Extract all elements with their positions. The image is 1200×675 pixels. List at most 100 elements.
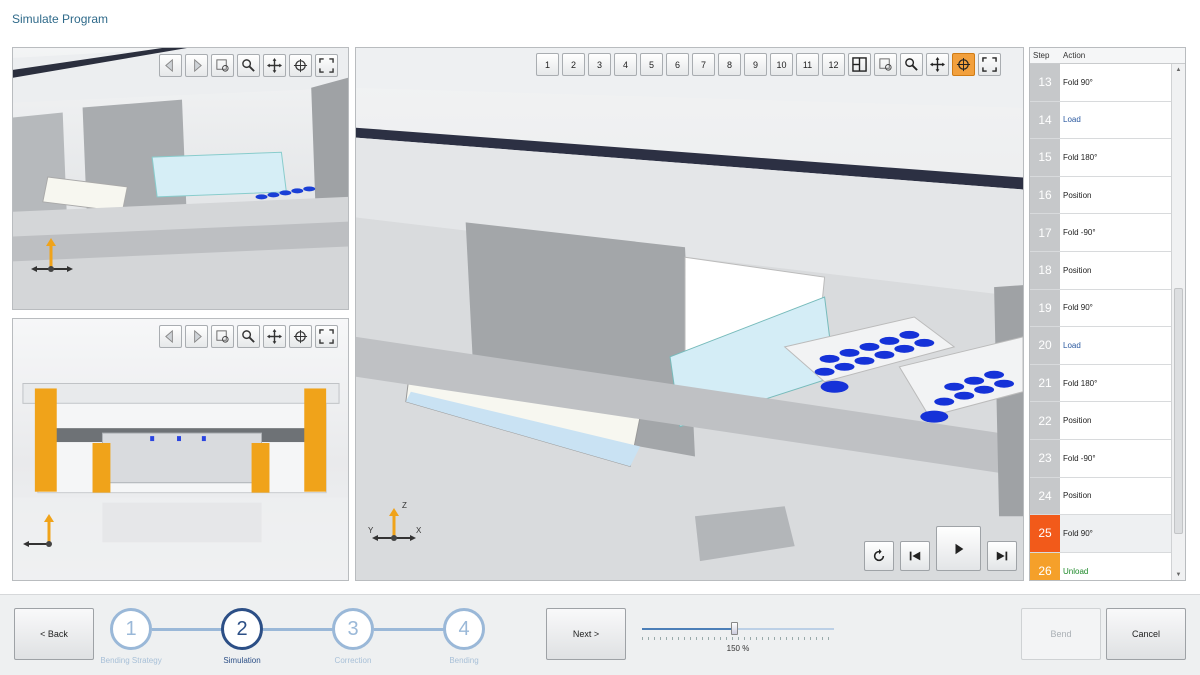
bend-button[interactable]: Bend <box>1021 608 1101 660</box>
step-row[interactable]: 13 Fold 90° <box>1030 64 1171 102</box>
zoom-icon[interactable] <box>237 54 260 77</box>
zoom-window-icon[interactable] <box>211 54 234 77</box>
step-number: 21 <box>1030 364 1060 402</box>
wizard-step-1: 1 <box>110 608 152 650</box>
wizard-connector <box>374 628 446 631</box>
step-action: Position <box>1063 491 1092 501</box>
axis-y-label: Y <box>368 526 374 535</box>
step-action: Fold -90° <box>1063 453 1096 463</box>
main-3d-viewport[interactable]: 1 2 3 4 5 6 7 8 9 10 11 12 Z Y X <box>355 47 1024 581</box>
layout-icon[interactable] <box>848 53 871 76</box>
cancel-button[interactable]: Cancel <box>1106 608 1186 660</box>
view-button-3[interactable]: 3 <box>588 53 611 76</box>
bottom-viewport-toolbar <box>159 325 338 348</box>
zoom-window-icon[interactable] <box>211 325 234 348</box>
step-row[interactable]: 24 Position <box>1030 477 1171 516</box>
slider-ticks <box>642 637 834 640</box>
step-action: Unload <box>1063 566 1089 576</box>
step-row[interactable]: 14 Load <box>1030 101 1171 140</box>
step-list-body: 13 Fold 90° 14 Load 15 Fold 180° 16 Position 17 F… <box>1030 64 1171 580</box>
step-number: 19 <box>1030 289 1060 327</box>
step-row[interactable]: 19 Fold 90° <box>1030 289 1171 328</box>
step-column-header: Step <box>1033 51 1050 60</box>
top-viewport-toolbar <box>159 54 338 77</box>
action-column-header: Action <box>1063 51 1086 60</box>
view-button-11[interactable]: 11 <box>796 53 819 76</box>
step-number: 13 <box>1030 64 1060 101</box>
step-row[interactable]: 21 Fold 180° <box>1030 364 1171 403</box>
axis-gizmo <box>23 514 54 547</box>
front-view-viewport[interactable] <box>12 318 349 581</box>
playback-controls <box>864 526 1017 571</box>
view-button-2[interactable]: 2 <box>562 53 585 76</box>
scroll-down-icon[interactable]: ▼ <box>1172 569 1185 580</box>
pan-icon[interactable] <box>263 54 286 77</box>
step-row[interactable]: 17 Fold -90° <box>1030 214 1171 252</box>
arrow-left-icon[interactable] <box>159 325 182 348</box>
step-row[interactable]: 22 Position <box>1030 402 1171 440</box>
fit-icon[interactable] <box>315 325 338 348</box>
axis-gizmo: Z Y X <box>368 501 422 541</box>
step-row[interactable]: 23 Fold -90° <box>1030 439 1171 478</box>
step-row[interactable]: 25 Fold 90° <box>1030 515 1171 553</box>
step-row[interactable]: 26 Unload <box>1030 552 1171 580</box>
zoom-window-icon[interactable] <box>874 53 897 76</box>
step-action: Position <box>1063 265 1092 275</box>
reset-button[interactable] <box>864 541 894 571</box>
step-action: Fold 180° <box>1063 152 1098 162</box>
view-button-5[interactable]: 5 <box>640 53 663 76</box>
wizard-step-label: Bending <box>449 656 479 665</box>
top-view-viewport[interactable] <box>12 47 349 310</box>
wizard-step-label: Bending Strategy <box>100 656 162 665</box>
view-button-4[interactable]: 4 <box>614 53 637 76</box>
view-button-10[interactable]: 10 <box>770 53 793 76</box>
step-row[interactable]: 20 Load <box>1030 327 1171 365</box>
rotate-icon[interactable] <box>289 54 312 77</box>
axis-z-label: Z <box>402 501 407 510</box>
wizard-connector <box>152 628 224 631</box>
step-row[interactable]: 18 Position <box>1030 251 1171 290</box>
step-list-header: Step Action <box>1030 48 1185 64</box>
step-number: 15 <box>1030 139 1060 176</box>
step-number: 18 <box>1030 251 1060 289</box>
back-button[interactable]: < Back <box>14 608 94 660</box>
scroll-up-icon[interactable]: ▲ <box>1172 64 1185 76</box>
rotate-icon[interactable] <box>952 53 975 76</box>
step-number: 25 <box>1030 515 1060 552</box>
slider-handle[interactable] <box>731 622 739 635</box>
view-button-8[interactable]: 8 <box>718 53 741 76</box>
step-action: Fold -90° <box>1063 228 1096 238</box>
arrow-right-icon[interactable] <box>185 325 208 348</box>
step-number: 14 <box>1030 101 1060 139</box>
view-button-12[interactable]: 12 <box>822 53 845 76</box>
view-button-9[interactable]: 9 <box>744 53 767 76</box>
step-row[interactable]: 15 Fold 180° <box>1030 139 1171 177</box>
view-button-6[interactable]: 6 <box>666 53 689 76</box>
speed-slider[interactable]: 150 % <box>642 620 834 660</box>
next-button[interactable]: Next > <box>546 608 626 660</box>
step-list[interactable]: Step Action 13 Fold 90° 14 Load 15 Fold 180° 1… <box>1029 47 1186 581</box>
arrow-right-icon[interactable] <box>185 54 208 77</box>
step-list-scrollbar[interactable]: ▲ ▼ <box>1171 64 1185 580</box>
step-number: 23 <box>1030 439 1060 477</box>
step-back-button[interactable] <box>900 541 930 571</box>
step-forward-button[interactable] <box>987 541 1017 571</box>
wizard-step-3: 3 <box>332 608 374 650</box>
reset-icon <box>873 549 885 562</box>
pan-icon[interactable] <box>263 325 286 348</box>
zoom-icon[interactable] <box>237 325 260 348</box>
scrollbar-thumb[interactable] <box>1174 288 1183 534</box>
view-button-7[interactable]: 7 <box>692 53 715 76</box>
step-back-icon <box>909 551 921 561</box>
zoom-icon[interactable] <box>900 53 923 76</box>
fit-icon[interactable] <box>978 53 1001 76</box>
play-icon <box>955 543 963 554</box>
fit-icon[interactable] <box>315 54 338 77</box>
view-button-1[interactable]: 1 <box>536 53 559 76</box>
step-row[interactable]: 16 Position <box>1030 176 1171 215</box>
play-button[interactable] <box>936 526 981 571</box>
pan-icon[interactable] <box>926 53 949 76</box>
axis-gizmo <box>31 238 73 272</box>
arrow-left-icon[interactable] <box>159 54 182 77</box>
rotate-icon[interactable] <box>289 325 312 348</box>
